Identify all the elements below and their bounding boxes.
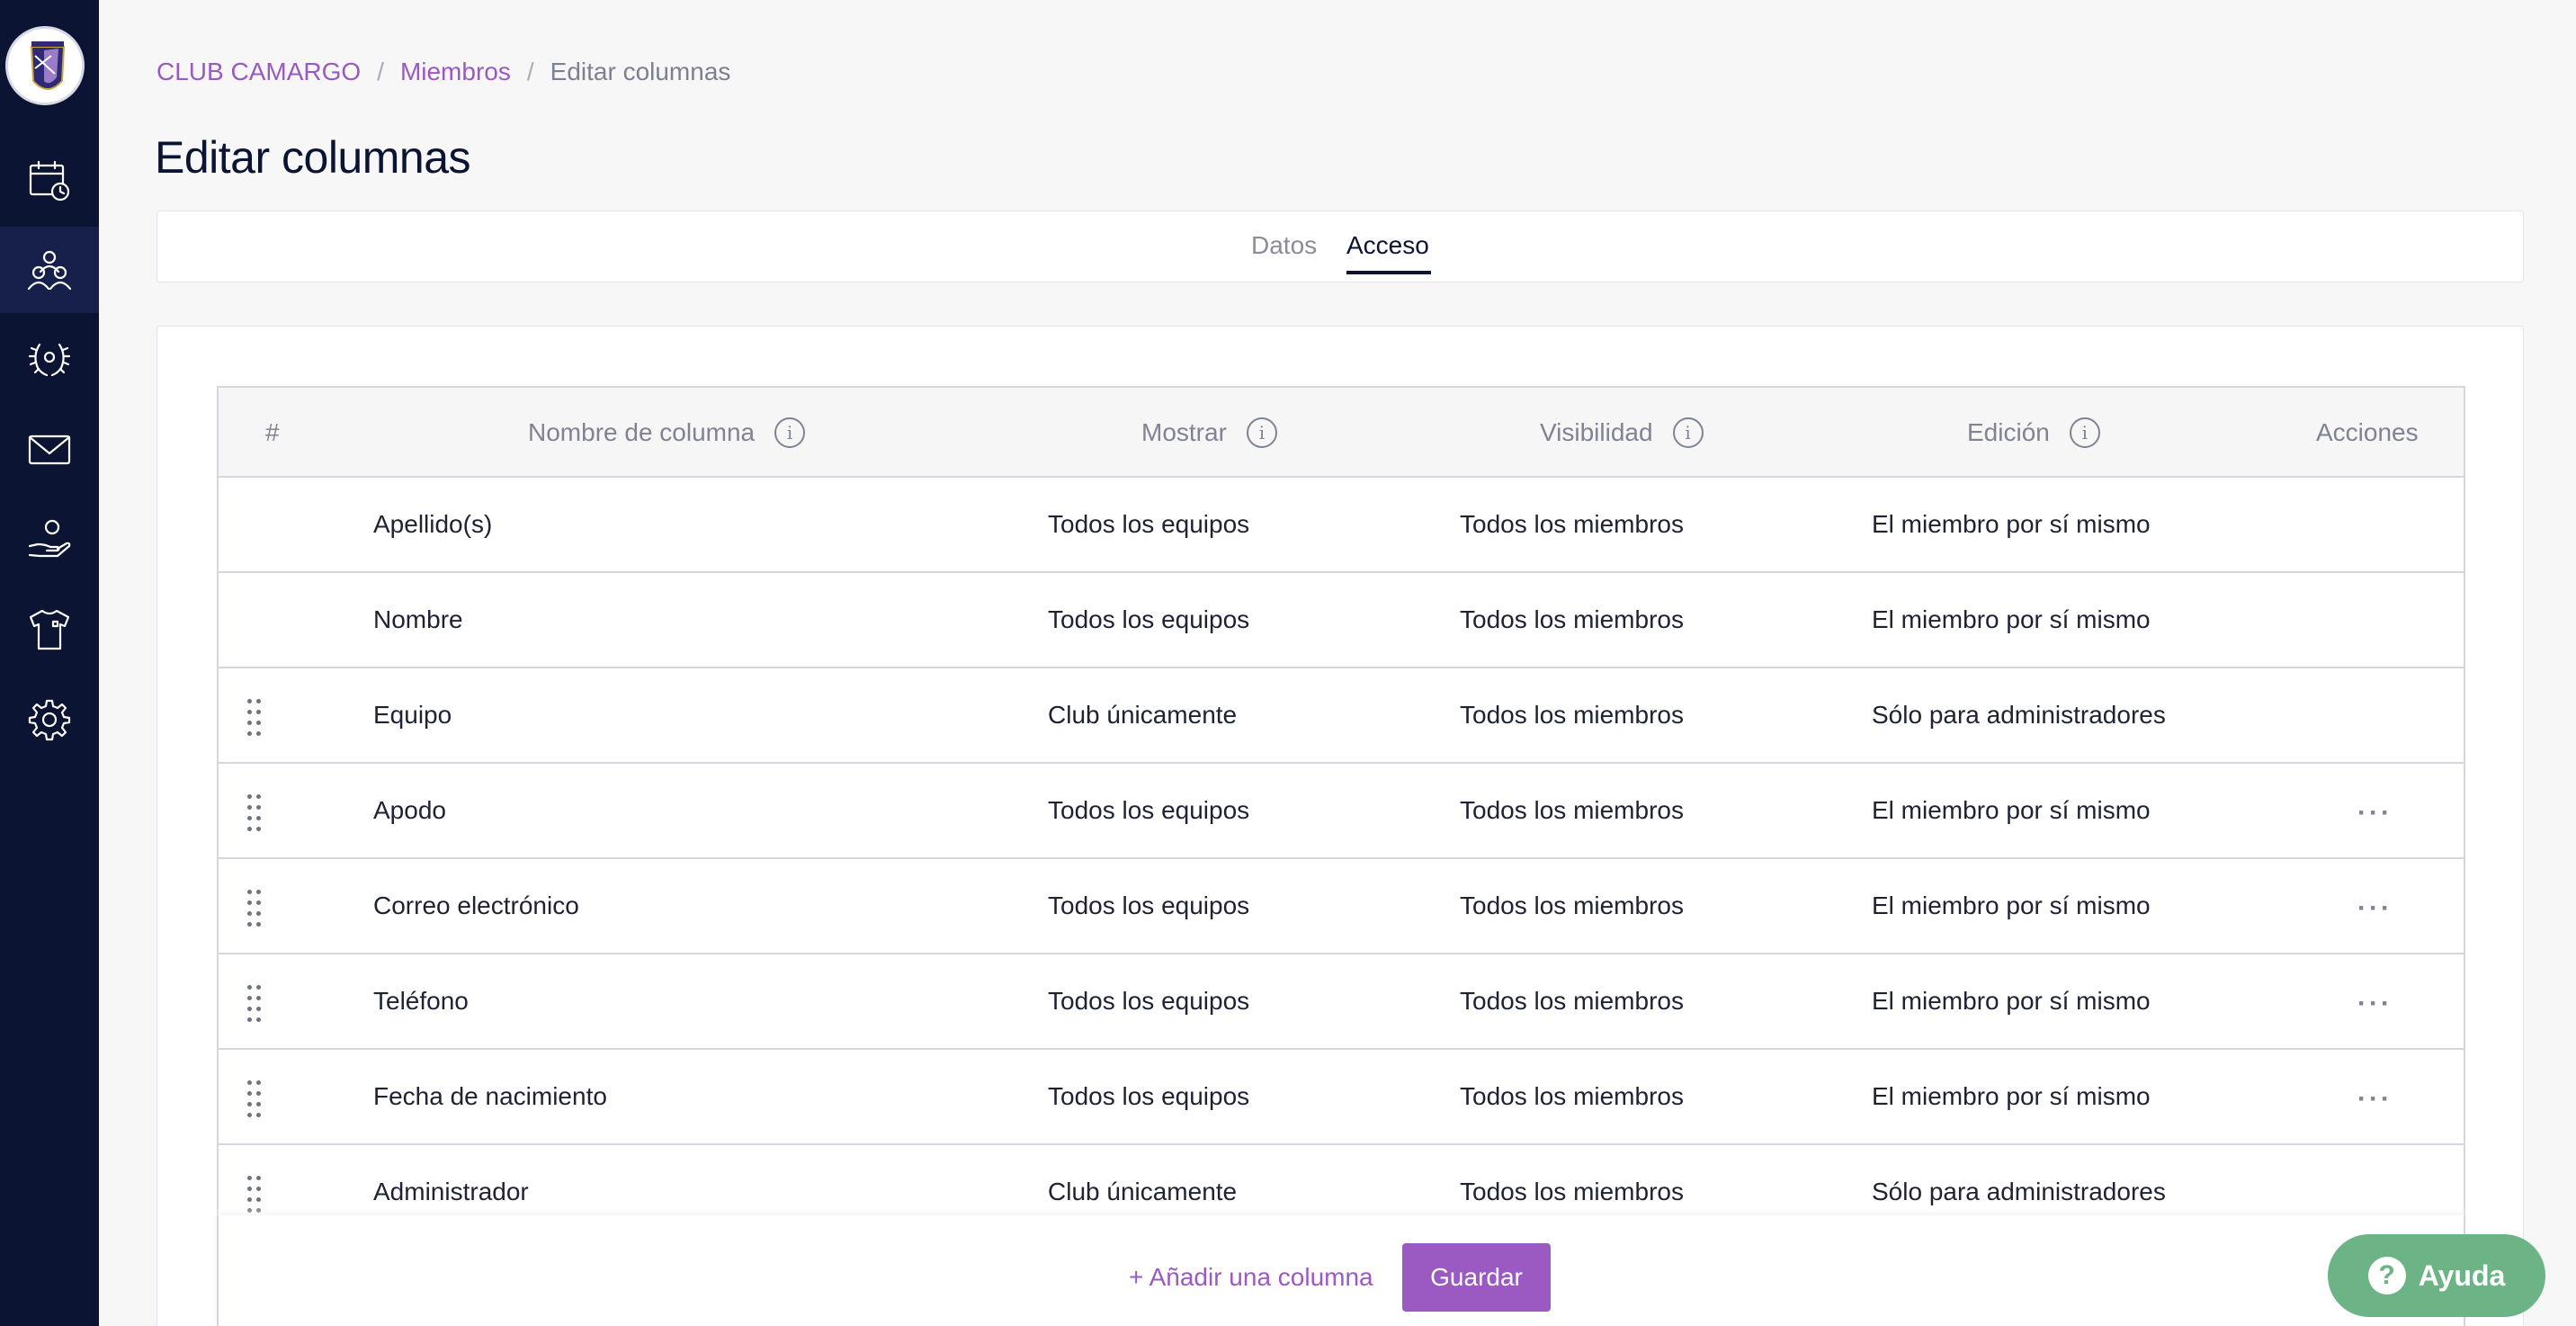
cell-edit: Sólo para administradores — [1872, 701, 2166, 729]
drag-handle-icon[interactable] — [246, 794, 264, 831]
cell-edit: El miembro por sí mismo — [1872, 605, 2151, 633]
table-row: Apodo Todos los equipos Todos los miembros… — [219, 764, 2464, 859]
header-index: # — [265, 418, 280, 446]
table-body: Apellido(s) Todos los equipos Todos los mi… — [219, 478, 2464, 1241]
sidebar-item-competitions[interactable] — [0, 317, 99, 403]
help-label: Ayuda — [2418, 1259, 2506, 1292]
cell-edit: El miembro por sí mismo — [1872, 510, 2151, 538]
cell-column-name: Teléfono — [373, 987, 469, 1015]
tab-datos[interactable]: Datos — [1251, 231, 1317, 260]
help-icon: ? — [2367, 1257, 2406, 1295]
cell-visibility: Todos los miembros — [1460, 510, 1684, 538]
sidebar-item-shop[interactable] — [0, 587, 99, 673]
breadcrumb-current: Editar columnas — [550, 58, 731, 85]
table-row: Nombre Todos los equipos Todos los miembro… — [219, 573, 2464, 668]
sidebar-item-calendar[interactable] — [0, 137, 99, 223]
mail-icon — [28, 435, 71, 465]
cell-column-name: Nombre — [373, 605, 463, 633]
sidebar-item-messages[interactable] — [0, 407, 99, 493]
cell-column-name: Fecha de nacimiento — [373, 1082, 607, 1110]
header-show: Mostrar i — [1141, 388, 1277, 478]
info-icon[interactable]: i — [1246, 417, 1277, 448]
columns-card: # Nombre de columna i Mostrar i Visibili… — [157, 326, 2524, 1326]
drag-handle-icon[interactable] — [246, 1080, 264, 1117]
cell-column-name: Apodo — [373, 796, 446, 824]
sidebar-item-members[interactable] — [0, 227, 99, 313]
sidebar — [0, 0, 99, 1326]
table-header: # Nombre de columna i Mostrar i Visibili… — [219, 388, 2464, 478]
table-row: Equipo Club únicamente Todos los miembros S… — [219, 668, 2464, 764]
add-column-link[interactable]: + Añadir una columna — [1129, 1263, 1373, 1292]
active-tab-indicator — [1346, 271, 1431, 274]
table-row: Teléfono Todos los equipos Todos los miemb… — [219, 954, 2464, 1050]
more-actions-icon[interactable]: ··· — [2357, 798, 2393, 829]
more-actions-icon[interactable]: ··· — [2357, 1084, 2393, 1115]
sidebar-item-settings[interactable] — [0, 676, 99, 763]
cell-visibility: Todos los miembros — [1460, 1082, 1684, 1110]
save-button[interactable]: Guardar — [1402, 1243, 1551, 1312]
help-button[interactable]: ? Ayuda — [2328, 1234, 2545, 1317]
cell-visibility: Todos los miembros — [1460, 701, 1684, 729]
cell-edit: El miembro por sí mismo — [1872, 796, 2151, 824]
table-row: Apellido(s) Todos los equipos Todos los mi… — [219, 478, 2464, 573]
cell-column-name: Correo electrónico — [373, 891, 579, 919]
cell-edit: El miembro por sí mismo — [1872, 987, 2151, 1015]
cell-edit: El miembro por sí mismo — [1872, 891, 2151, 919]
cell-show: Todos los equipos — [1048, 605, 1250, 633]
cell-visibility: Todos los miembros — [1460, 987, 1684, 1015]
cell-show: Club únicamente — [1048, 701, 1238, 729]
members-icon — [27, 250, 72, 291]
cell-visibility: Todos los miembros — [1460, 796, 1684, 824]
drag-handle-icon[interactable] — [246, 985, 264, 1022]
cell-show: Todos los equipos — [1048, 510, 1250, 538]
sidebar-item-donations[interactable] — [0, 497, 99, 583]
table-row: Correo electrónico Todos los equipos Todos… — [219, 859, 2464, 954]
breadcrumb-separator: / — [377, 58, 384, 85]
breadcrumb-separator: / — [526, 58, 534, 85]
more-actions-icon[interactable]: ··· — [2357, 893, 2393, 924]
header-visibility: Visibilidad i — [1540, 388, 1704, 478]
cell-show: Todos los equipos — [1048, 796, 1250, 824]
table-row: Fecha de nacimiento Todos los equipos Todo… — [219, 1050, 2464, 1145]
header-actions: Acciones — [2316, 418, 2419, 446]
gear-icon — [28, 699, 71, 741]
more-actions-icon[interactable]: ··· — [2357, 989, 2393, 1019]
cell-column-name: Apellido(s) — [373, 510, 493, 538]
shirt-icon — [29, 609, 70, 650]
columns-table: # Nombre de columna i Mostrar i Visibili… — [217, 386, 2465, 1241]
tab-bar: Datos Acceso — [157, 211, 2524, 282]
cell-visibility: Todos los miembros — [1460, 605, 1684, 633]
cell-show: Todos los equipos — [1048, 891, 1250, 919]
info-icon[interactable]: i — [2069, 417, 2100, 448]
laurel-icon — [28, 343, 71, 377]
hand-heart-icon — [28, 519, 71, 558]
cell-visibility: Todos los miembros — [1460, 891, 1684, 919]
cell-column-name: Equipo — [373, 701, 452, 729]
breadcrumb-members-link[interactable]: Miembros — [400, 58, 511, 86]
breadcrumb-club-link[interactable]: CLUB CAMARGO — [157, 58, 361, 86]
cell-show: Todos los equipos — [1048, 1082, 1250, 1110]
calendar-clock-icon — [29, 160, 70, 202]
header-column-name: Nombre de columna i — [528, 388, 806, 478]
info-icon[interactable]: i — [774, 417, 806, 448]
info-icon[interactable]: i — [1672, 417, 1704, 448]
tab-acceso[interactable]: Acceso — [1346, 231, 1429, 260]
drag-handle-icon[interactable] — [246, 890, 264, 927]
breadcrumb: CLUB CAMARGO / Miembros / Editar columna… — [157, 58, 730, 86]
cell-edit: El miembro por sí mismo — [1872, 1082, 2151, 1110]
club-logo[interactable] — [5, 26, 85, 105]
cell-show: Todos los equipos — [1048, 987, 1250, 1015]
drag-handle-icon[interactable] — [246, 699, 264, 736]
header-edit: Edición i — [1967, 388, 2100, 478]
page-title: Editar columnas — [155, 132, 471, 183]
